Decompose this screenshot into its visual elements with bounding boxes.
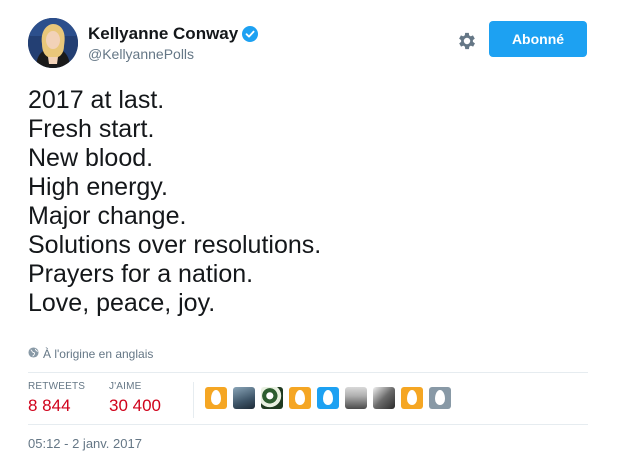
verified-badge-icon — [242, 26, 259, 42]
tweet-line: High energy. — [28, 173, 168, 201]
divider-bottom — [28, 424, 588, 425]
tweet-line: Prayers for a nation. — [28, 260, 254, 288]
tweet-timestamp[interactable]: 05:12 - 2 janv. 2017 — [28, 436, 142, 451]
likes-count: 30 400 — [109, 396, 161, 415]
tweet-header: Kellyanne Conway @KellyannePolls Abonné — [28, 18, 598, 74]
globe-icon — [28, 347, 39, 361]
translation-note[interactable]: À l'origine en anglais — [28, 347, 153, 361]
liker-avatar-egg[interactable] — [317, 387, 339, 409]
tweet-line: New blood. — [28, 144, 154, 172]
user-avatar[interactable] — [28, 18, 78, 68]
liker-avatar[interactable] — [373, 387, 395, 409]
retweets-stat[interactable]: RETWEETS 8 844 — [28, 381, 85, 416]
stats-separator — [193, 382, 194, 418]
liker-avatar-egg[interactable] — [205, 387, 227, 409]
liker-avatar[interactable] — [233, 387, 255, 409]
divider-top — [28, 372, 588, 373]
user-handle[interactable]: @KellyannePolls — [88, 46, 258, 62]
user-name-text[interactable]: Kellyanne Conway — [88, 24, 238, 44]
tweet-line: Love, peace, joy. — [28, 289, 216, 317]
liker-avatar-egg[interactable] — [401, 387, 423, 409]
gear-icon[interactable] — [456, 30, 478, 52]
tweet-line: Major change. — [28, 202, 187, 230]
retweets-count: 8 844 — [28, 396, 71, 415]
liker-avatars — [205, 387, 451, 409]
following-button[interactable]: Abonné — [489, 21, 587, 57]
user-fullname[interactable]: Kellyanne Conway — [88, 24, 259, 44]
tweet-line: Fresh start. — [28, 115, 155, 143]
tweet-line: Solutions over resolutions. — [28, 231, 322, 259]
tweet-stats: RETWEETS 8 844 J'AIME 30 400 — [28, 376, 588, 424]
likes-label: J'AIME — [109, 381, 142, 392]
liker-avatar[interactable] — [345, 387, 367, 409]
user-names: Kellyanne Conway @KellyannePolls — [88, 24, 259, 62]
liker-avatar[interactable] — [261, 387, 283, 409]
retweets-label: RETWEETS — [28, 381, 86, 392]
tweet-line: 2017 at last. — [28, 86, 165, 114]
liker-avatar-egg[interactable] — [289, 387, 311, 409]
tweet-text: 2017 at last. Fresh start. New blood. Hi… — [28, 86, 588, 318]
translation-text[interactable]: À l'origine en anglais — [43, 347, 153, 361]
liker-avatar-egg[interactable] — [429, 387, 451, 409]
likes-stat[interactable]: J'AIME 30 400 — [109, 381, 161, 416]
